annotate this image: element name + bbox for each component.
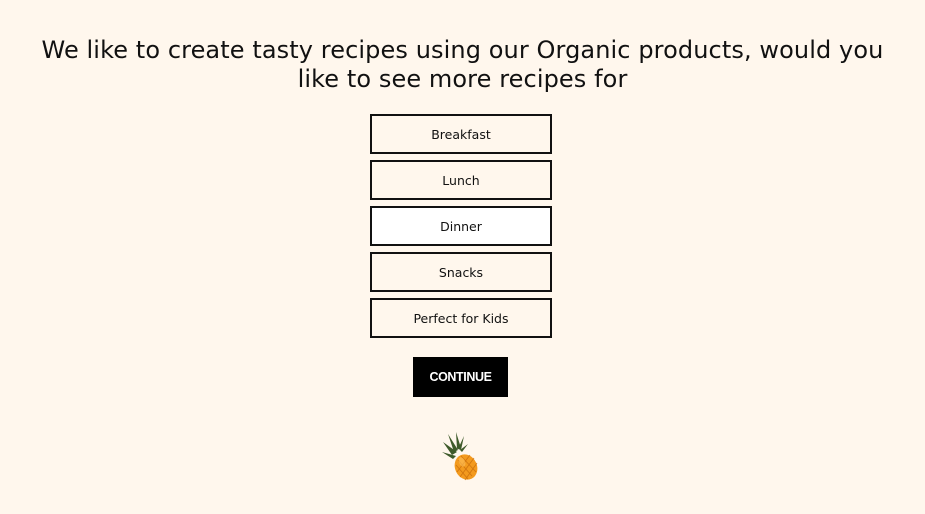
option-perfect-for-kids[interactable]: Perfect for Kids bbox=[370, 298, 552, 338]
option-snacks[interactable]: Snacks bbox=[370, 252, 552, 292]
option-breakfast[interactable]: Breakfast bbox=[370, 114, 552, 154]
recipe-preference-page: We like to create tasty recipes using ou… bbox=[0, 0, 925, 514]
page-title: We like to create tasty recipes using ou… bbox=[41, 36, 884, 93]
recipe-options-list: Breakfast Lunch Dinner Snacks Perfect fo… bbox=[370, 114, 552, 338]
continue-button[interactable]: CONTINUE bbox=[413, 357, 508, 397]
option-lunch[interactable]: Lunch bbox=[370, 160, 552, 200]
option-dinner[interactable]: Dinner bbox=[370, 206, 552, 246]
pineapple-icon bbox=[442, 432, 478, 481]
